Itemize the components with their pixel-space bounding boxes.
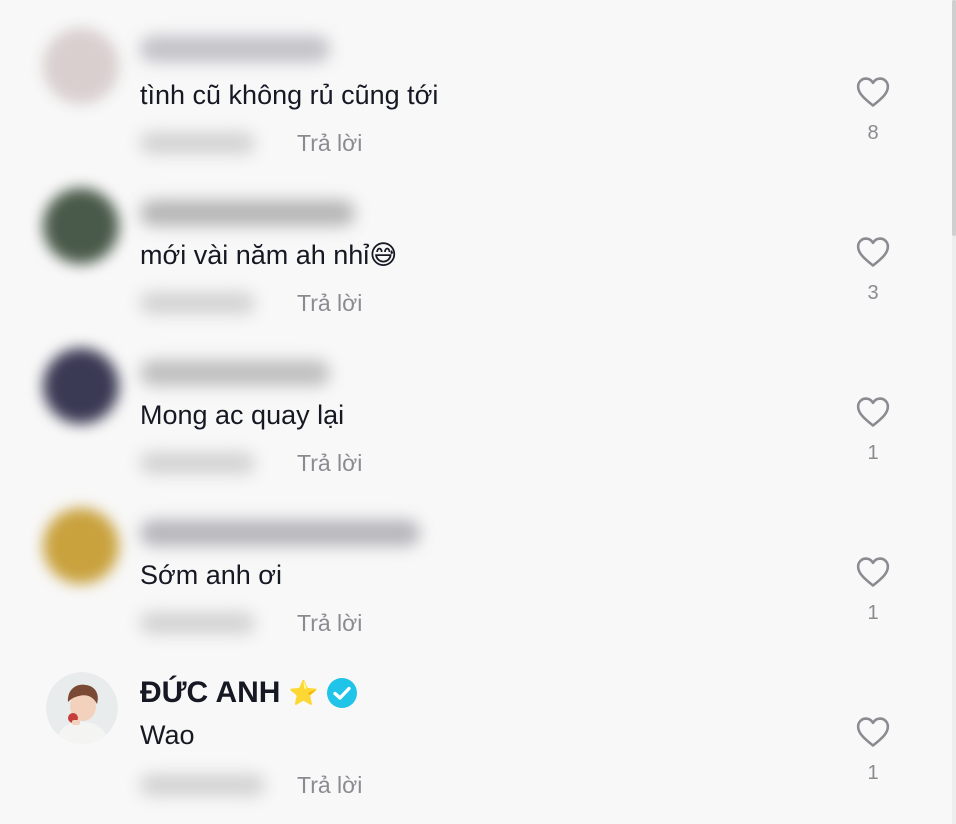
blurred-timestamp — [140, 132, 255, 154]
blurred-username[interactable] — [140, 520, 420, 546]
comment-item: Sớm anh ơi Trả lời 1 — [0, 480, 940, 640]
avatar[interactable] — [43, 508, 119, 584]
like-count: 3 — [867, 282, 879, 304]
like-count: 8 — [867, 122, 879, 144]
heart-icon — [856, 717, 890, 747]
like-count: 1 — [867, 602, 879, 624]
like-button[interactable] — [852, 236, 894, 268]
comment-text: Sớm anh ơi — [140, 560, 282, 590]
verified-badge-icon — [327, 678, 358, 708]
heart-icon — [856, 77, 890, 107]
comment-item: Mong ac quay lại Trả lời 1 — [0, 320, 940, 480]
blurred-username[interactable] — [140, 36, 330, 62]
blurred-username[interactable] — [140, 360, 330, 386]
avatar[interactable] — [43, 188, 119, 264]
avatar[interactable] — [46, 672, 118, 744]
avatar[interactable] — [43, 348, 119, 424]
avatar-image — [46, 672, 118, 744]
comment-text: Wao — [140, 720, 195, 750]
comment-text: mới vài năm ah nhỉ😅 — [140, 240, 398, 270]
heart-icon — [856, 237, 890, 267]
blurred-username[interactable] — [140, 200, 355, 226]
blurred-timestamp — [140, 774, 265, 796]
reply-button[interactable]: Trả lời — [297, 610, 362, 637]
username[interactable]: ĐỨC ANH ⭐ — [140, 676, 358, 710]
reply-button[interactable]: Trả lời — [297, 290, 362, 317]
like-button[interactable] — [852, 556, 894, 588]
heart-icon — [856, 557, 890, 587]
reply-button[interactable]: Trả lời — [297, 130, 362, 157]
reply-button[interactable]: Trả lời — [297, 450, 362, 477]
blurred-timestamp — [140, 292, 255, 314]
blurred-timestamp — [140, 612, 255, 634]
blurred-timestamp — [140, 452, 255, 474]
scrollbar-thumb[interactable] — [952, 0, 956, 236]
like-button[interactable] — [852, 76, 894, 108]
like-count: 1 — [867, 442, 879, 464]
username-text: ĐỨC ANH — [140, 676, 281, 709]
heart-icon — [856, 397, 890, 427]
comment-item: ĐỨC ANH ⭐ Wao Trả lời 1 — [0, 640, 940, 800]
comment-item: tình cũ không rủ cũng tới Trả lời 8 — [0, 0, 940, 160]
scrollbar[interactable] — [952, 0, 956, 824]
like-button[interactable] — [852, 396, 894, 428]
star-icon: ⭐ — [288, 679, 319, 707]
reply-button[interactable]: Trả lời — [297, 772, 362, 799]
like-count: 1 — [867, 762, 879, 784]
like-button[interactable] — [852, 716, 894, 748]
avatar[interactable] — [43, 28, 119, 104]
comment-item: mới vài năm ah nhỉ😅 Trả lời 3 — [0, 160, 940, 320]
comment-text: tình cũ không rủ cũng tới — [140, 80, 439, 110]
comment-text: Mong ac quay lại — [140, 400, 345, 430]
